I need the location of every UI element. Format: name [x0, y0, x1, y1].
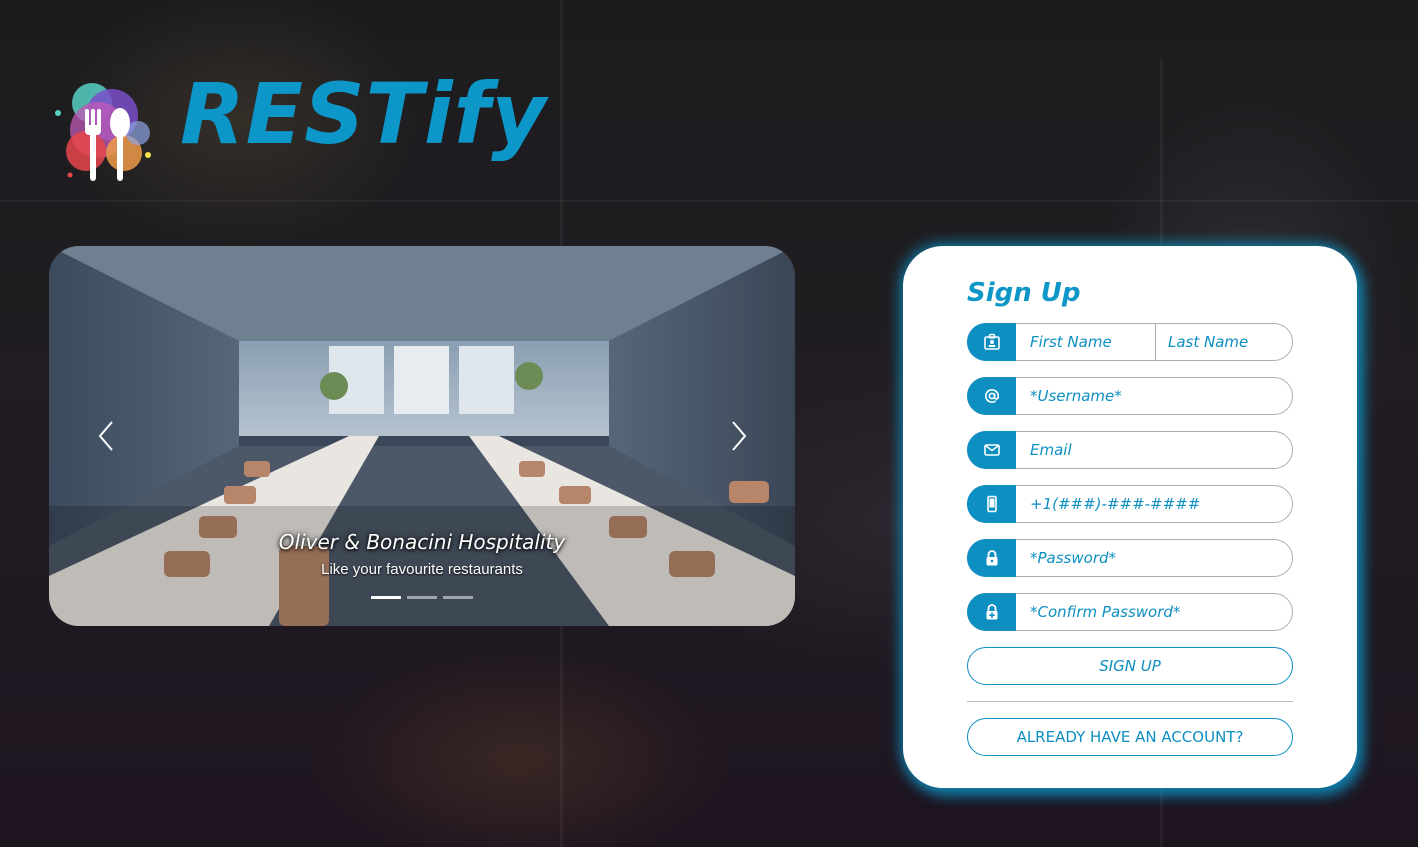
- carousel-indicator-2[interactable]: [407, 596, 437, 599]
- email-input[interactable]: Email: [1030, 432, 1072, 468]
- form-divider: [967, 701, 1293, 702]
- signup-card: Sign Up First Name Last Name *Username*: [903, 246, 1357, 788]
- confirm-password-input[interactable]: *Confirm Password*: [1030, 594, 1180, 630]
- password-input[interactable]: *Password*: [1030, 540, 1116, 576]
- chevron-right-icon: [732, 421, 747, 451]
- brand-name: RESTify: [180, 65, 547, 163]
- lock-plus-icon: [967, 593, 1016, 631]
- login-link-button[interactable]: ALREADY HAVE AN ACCOUNT?: [967, 718, 1293, 756]
- first-name-input[interactable]: First Name: [1030, 324, 1112, 360]
- last-name-input[interactable]: Last Name: [1168, 324, 1248, 360]
- lock-icon: [967, 539, 1016, 577]
- password-field-group: *Password*: [967, 539, 1293, 577]
- carousel-caption-title: Oliver & Bonacini Hospitality: [278, 530, 566, 554]
- phone-input[interactable]: +1(###)-###-####: [1030, 486, 1200, 522]
- email-field-group: Email: [967, 431, 1293, 469]
- carousel-indicators: [371, 596, 473, 599]
- envelope-icon: [967, 431, 1016, 469]
- id-card-icon: [967, 323, 1016, 361]
- username-input[interactable]: *Username*: [1030, 378, 1122, 414]
- phone-icon: [967, 485, 1016, 523]
- carousel-caption-subtitle: Like your favourite restaurants: [321, 561, 523, 578]
- carousel-prev-button[interactable]: [94, 418, 118, 454]
- signup-title: Sign Up: [967, 278, 1081, 308]
- confirm-password-field-group: *Confirm Password*: [967, 593, 1293, 631]
- name-divider: [1155, 324, 1156, 360]
- chevron-left-icon: [98, 421, 113, 451]
- carousel-next-button[interactable]: [727, 418, 751, 454]
- at-sign-icon: [967, 377, 1016, 415]
- signup-button[interactable]: SIGN UP: [967, 647, 1293, 685]
- phone-field-group: +1(###)-###-####: [967, 485, 1293, 523]
- background-beam: [0, 200, 1418, 202]
- restaurant-logo: [50, 75, 160, 185]
- name-field-group: First Name Last Name: [967, 323, 1293, 361]
- username-field-group: *Username*: [967, 377, 1293, 415]
- carousel-indicator-3[interactable]: [443, 596, 473, 599]
- carousel-indicator-1[interactable]: [371, 596, 401, 599]
